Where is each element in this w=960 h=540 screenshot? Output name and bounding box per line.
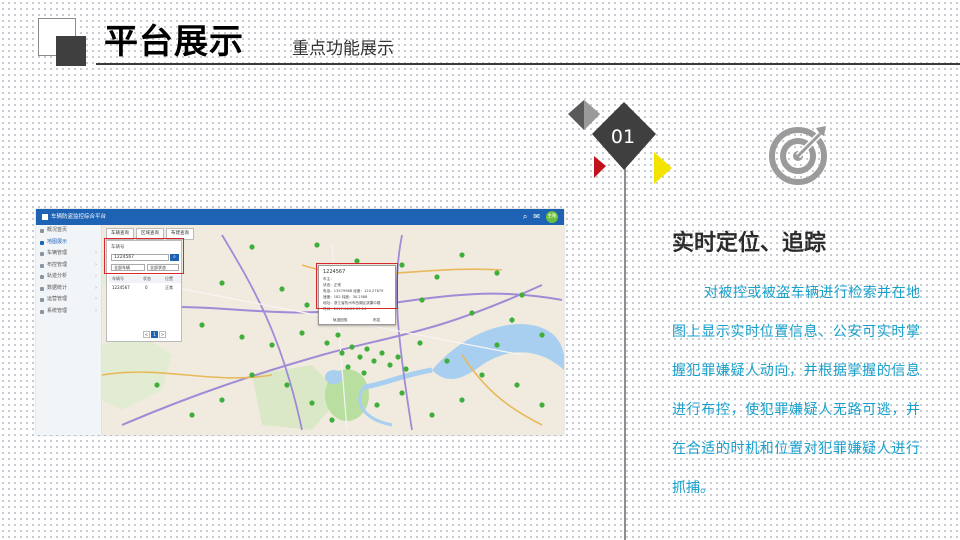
playback-button[interactable]: 轨迹回放 (333, 316, 347, 324)
sidebar-item-track[interactable]: 轨迹分析 › (36, 271, 101, 283)
prev-page-button[interactable]: < (143, 331, 150, 338)
sidebar-item-label: 数据统计 (47, 284, 68, 291)
sidebar-item-operations[interactable]: 运营管理 › (36, 294, 101, 306)
slide-title: 平台展示 (104, 22, 244, 62)
next-page-button[interactable]: > (159, 331, 166, 338)
sidebar-item-stats[interactable]: 数据统计 › (36, 283, 101, 295)
feature-description: 对被控或被盗车辆进行检索并在地图上显示实时位置信息、公安可实时掌握犯罪嫌疑人动向… (672, 285, 920, 496)
map-tabs: 车辆查询 区域查询 布建查询 (106, 228, 196, 240)
table-cell: 0 (145, 285, 148, 290)
track-icon (40, 275, 44, 279)
chevron-icon: › (95, 250, 97, 256)
sidebar-item-label: 轨迹分析 (47, 273, 68, 279)
sidebar-item-label: 系统管理 (47, 307, 68, 314)
sidebar-item-control[interactable]: 布控管理 › (36, 260, 101, 272)
control-icon (40, 263, 44, 268)
app-logo-icon (42, 214, 48, 220)
map-icon (40, 240, 44, 245)
chevron-icon: › (95, 261, 97, 268)
pagination: <1 > (143, 331, 167, 339)
table-cell: 正常 (165, 285, 173, 290)
header-underline (96, 63, 960, 65)
chart-icon (40, 286, 44, 291)
sidebar-item-vehicles[interactable]: 车辆管理 › (36, 248, 101, 260)
chevron-icon: › (95, 296, 97, 302)
header-square-filled (56, 36, 86, 66)
sidebar-item-system[interactable]: 系统管理 › (36, 306, 101, 318)
marker-number: 01 (610, 126, 636, 148)
sidebar-item-label: 运营管理 (47, 296, 68, 302)
operations-icon (40, 298, 44, 302)
search-icon[interactable]: ⌕ (523, 212, 527, 221)
column-header: 位置 (165, 276, 173, 281)
result-table-header: 车辆号 状态 位置 (109, 275, 181, 283)
mail-icon[interactable]: ✉ (533, 212, 540, 221)
sidebar-item-label: 概况首页 (47, 227, 68, 233)
column-header: 车辆号 (112, 276, 124, 281)
app-sidebar: 概况首页 地图展示 车辆管理 › 布控管理 › 轨迹分析 › 数据统计 › 运营管理 › … (36, 225, 102, 435)
user-avatar[interactable]: 主账 (546, 211, 558, 223)
gear-icon (40, 309, 44, 314)
sidebar-item-map[interactable]: 地图展示 (36, 237, 101, 249)
highlight-box-search (104, 238, 184, 274)
highlight-box-popup (316, 263, 398, 309)
car-icon (40, 252, 44, 256)
control-button[interactable]: 布控 (373, 316, 380, 324)
app-screenshot: 车辆防盗监控综合平台 ⌕ ✉ 主账 概况首页 地图展示 车辆管理 › 布控管理 › 轨… (36, 209, 564, 435)
page-button[interactable]: 1 (151, 331, 158, 338)
chevron-icon: › (95, 307, 97, 314)
sidebar-item-label: 车辆管理 (47, 250, 68, 256)
app-header-bar: 车辆防盗监控综合平台 ⌕ ✉ 主账 (36, 209, 564, 225)
chevron-icon: › (95, 284, 97, 291)
sidebar-item-home[interactable]: 概况首页 (36, 225, 101, 237)
table-row[interactable]: 1224567 0 正常 (109, 284, 181, 292)
app-header-icons: ⌕ ✉ (517, 211, 540, 223)
column-header: 状态 (143, 276, 151, 281)
table-cell: 1224567 (112, 285, 130, 290)
feature-title: 实时定位、追踪 (672, 231, 827, 256)
app-title: 车辆防盗监控综合平台 (51, 214, 107, 220)
sidebar-item-label: 地图展示 (47, 238, 68, 245)
sidebar-item-label: 布控管理 (47, 261, 68, 268)
chevron-icon: › (95, 273, 97, 279)
slide-subtitle: 重点功能展示 (292, 39, 394, 59)
home-icon (40, 229, 44, 233)
target-icon (769, 126, 827, 185)
